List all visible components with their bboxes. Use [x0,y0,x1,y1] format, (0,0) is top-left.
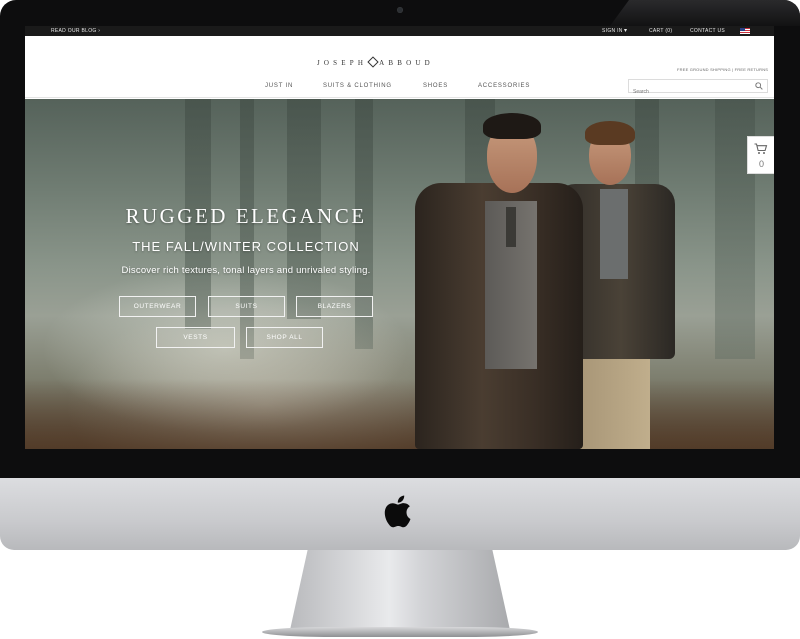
search-icon[interactable] [755,82,763,90]
contact-link[interactable]: CONTACT US [690,28,725,34]
cart-count: 0 [758,159,764,169]
shop-all-button[interactable]: SHOP ALL [246,327,323,348]
nav-item-accessories[interactable]: ACCESSORIES [478,83,530,89]
hero-banner[interactable]: RUGGED ELEGANCE THE FALL/WINTER COLLECTI… [25,99,774,449]
blazers-button[interactable]: BLAZERS [296,296,373,317]
hero-headline: RUGGED ELEGANCE [125,204,367,228]
search-input[interactable] [629,86,749,98]
vests-button[interactable]: VESTS [156,327,235,348]
imac-stand-base [262,627,538,637]
utility-bar: READ OUR BLOG › SIGN IN ▾ CART (0) CONTA… [25,26,774,36]
shipping-note: FREE GROUND SHIPPING | FREE RETURNS [677,67,769,72]
hero-subhead: THE FALL/WINTER COLLECTION [132,239,360,254]
suits-button[interactable]: SUITS [208,296,285,317]
cart-icon [754,143,768,154]
blog-link[interactable]: READ OUR BLOG › [51,28,100,34]
nav-item-shoes[interactable]: SHOES [423,83,448,89]
screen: READ OUR BLOG › SIGN IN ▾ CART (0) CONTA… [25,26,774,449]
nav-item-just-in[interactable]: JUST IN [265,83,293,89]
model-left [415,113,595,449]
site-header: JOSEPH ABBOUD FREE GROUND SHIPPING | FREE… [25,36,774,98]
sign-in-link[interactable]: SIGN IN [602,28,623,34]
hero-tagline: Discover rich textures, tonal layers and… [121,265,371,276]
apple-logo-icon [384,495,411,528]
floating-cart[interactable]: 0 [747,136,774,174]
model-right-shirt [600,189,628,279]
cart-link[interactable]: CART (0) [649,28,672,34]
model-left-hair [483,113,541,139]
logo-left: JOSEPH [317,59,368,67]
dropdown-caret-icon[interactable]: ▾ [624,27,627,34]
brand-logo[interactable]: JOSEPH ABBOUD [317,56,434,69]
model-left-tie [506,207,516,247]
nav-item-suits-clothing[interactable]: SUITS & CLOTHING [323,83,392,89]
search-box [628,79,768,98]
imac-stand [290,550,510,630]
logo-right: ABBOUD [379,59,434,67]
logo-diamond-icon [367,56,379,69]
flag-icon[interactable] [740,28,750,34]
webcam [397,7,403,13]
outerwear-button[interactable]: OUTERWEAR [119,296,196,317]
